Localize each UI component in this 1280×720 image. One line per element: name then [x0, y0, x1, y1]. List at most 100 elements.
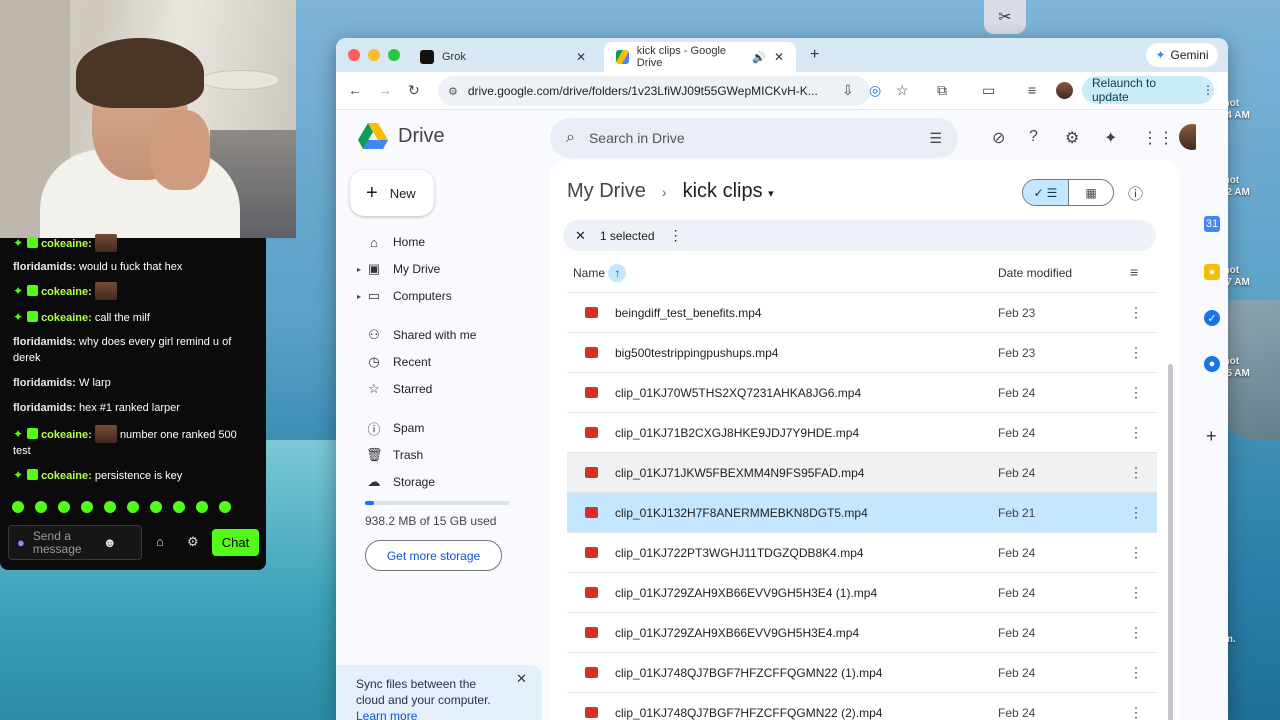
chat-username[interactable]: cokeaine: — [41, 238, 92, 250]
emote-icon[interactable] — [10, 499, 26, 515]
add-addon-icon[interactable]: + — [1206, 426, 1217, 447]
site-info-icon[interactable]: ⚙ — [448, 85, 458, 98]
sidebar-item-home[interactable]: ⌂ Home — [336, 229, 536, 255]
chat-username[interactable]: floridamids: — [13, 402, 76, 414]
column-header-date-modified[interactable]: Date modified — [998, 266, 1072, 280]
calendar-icon[interactable]: 31 — [1204, 216, 1220, 232]
sort-ascending-icon[interactable]: ↑ — [608, 264, 627, 282]
keep-icon[interactable]: ● — [1204, 264, 1220, 280]
emoji-icon[interactable]: ☻ — [103, 535, 117, 550]
sidebar-item-my-drive[interactable]: ▸ ▣ My Drive — [336, 256, 536, 282]
file-name[interactable]: clip_01KJ722PT3WGHJ11TDGZQDB8K4.mp4 — [615, 546, 864, 560]
row-more-actions-icon[interactable]: ⋮ — [1129, 584, 1143, 601]
file-name[interactable]: clip_01KJ729ZAH9XB66EVV9GH5H3E4 (1).mp4 — [615, 586, 877, 600]
file-name[interactable]: clip_01KJ729ZAH9XB66EVV9GH5H3E4.mp4 — [615, 626, 859, 640]
table-row[interactable]: clip_01KJ748QJ7BGF7HFZCFFQGMN22 (1).mp4 F… — [567, 652, 1157, 692]
browser-profile-avatar[interactable] — [1056, 82, 1073, 99]
sidebar-item-storage[interactable]: ☁ Storage — [336, 469, 536, 495]
url-text[interactable]: drive.google.com/drive/folders/1v23LfiWJ… — [468, 84, 818, 98]
row-more-actions-icon[interactable]: ⋮ — [1129, 464, 1143, 481]
emote-icon[interactable] — [102, 499, 118, 515]
forward-arrow-icon[interactable]: → — [378, 82, 392, 98]
breadcrumb-my-drive[interactable]: My Drive — [567, 180, 646, 203]
file-name[interactable]: big500testrippingpushups.mp4 — [615, 346, 778, 360]
table-row[interactable]: beingdiff_test_benefits.mp4 Feb 23 ⋮ — [567, 292, 1157, 332]
cast-icon[interactable]: ▭ — [982, 82, 995, 99]
row-more-actions-icon[interactable]: ⋮ — [1129, 504, 1143, 521]
close-tab-icon[interactable]: ✕ — [576, 50, 586, 64]
sidebar-item-trash[interactable]: 🗑 Trash — [336, 442, 536, 468]
settings-gear-icon[interactable]: ⚙ — [187, 534, 199, 550]
tasks-icon[interactable]: ✓ — [1204, 310, 1220, 326]
close-tab-icon[interactable]: ✕ — [774, 50, 784, 64]
sidebar-item-shared-with-me[interactable]: ⚇ Shared with me — [336, 322, 536, 348]
reload-icon[interactable]: ↻ — [408, 82, 420, 99]
sidebar-item-computers[interactable]: ▸ ▭ Computers — [336, 283, 536, 309]
gemini-icon[interactable]: ✦ — [1104, 128, 1117, 148]
column-header-name[interactable]: Name ↑ — [573, 264, 627, 282]
file-name[interactable]: clip_01KJ71JKW5FBEXMM4N9FS95FAD.mp4 — [615, 466, 864, 480]
breadcrumb-current-folder[interactable]: kick clips ▾ — [683, 180, 774, 203]
offline-ready-icon[interactable]: ⊘ — [992, 128, 1005, 148]
table-row[interactable]: clip_01KJ71B2CXGJ8HKE9JDJ7Y9HDE.mp4 Feb 2… — [567, 412, 1157, 452]
row-more-actions-icon[interactable]: ⋮ — [1129, 304, 1143, 321]
table-row[interactable]: clip_01KJ722PT3WGHJ11TDGZQDB8K4.mp4 Feb 2… — [567, 532, 1157, 572]
audio-playing-icon[interactable]: 🔊 — [752, 51, 766, 64]
settings-icon[interactable]: ⚙ — [1065, 128, 1079, 148]
expand-caret-icon[interactable]: ▸ — [357, 265, 361, 274]
drive-logo[interactable]: Drive — [358, 123, 445, 149]
emote-icon[interactable] — [171, 499, 187, 515]
table-row[interactable]: clip_01KJ729ZAH9XB66EVV9GH5H3E4 (1).mp4 F… — [567, 572, 1157, 612]
relaunch-to-update-button[interactable]: Relaunch to update ⋮ — [1082, 76, 1214, 104]
chat-username[interactable]: floridamids: — [13, 336, 76, 348]
table-row[interactable]: clip_01KJ729ZAH9XB66EVV9GH5H3E4.mp4 Feb 2… — [567, 612, 1157, 652]
table-row[interactable]: clip_01KJ748QJ7BGF7HFZCFFQGMN22 (2).mp4 F… — [567, 692, 1157, 720]
sidebar-item-spam[interactable]: ⓘ Spam — [336, 415, 536, 441]
grid-view-button[interactable]: ▦ — [1067, 180, 1113, 205]
back-arrow-icon[interactable]: ← — [348, 82, 362, 98]
chat-username[interactable]: floridamids: — [13, 261, 76, 273]
file-name[interactable]: clip_01KJ748QJ7BGF7HFZCFFQGMN22 (1).mp4 — [615, 666, 882, 680]
file-name[interactable]: clip_01KJ71B2CXGJ8HKE9JDJ7Y9HDE.mp4 — [615, 426, 859, 440]
clear-selection-icon[interactable]: ✕ — [575, 228, 586, 244]
table-row[interactable]: clip_01KJ71JKW5FBEXMM4N9FS95FAD.mp4 Feb 2… — [567, 452, 1157, 492]
new-button[interactable]: + New — [350, 170, 434, 216]
extensions-puzzle-icon[interactable]: ⧉ — [937, 82, 947, 99]
more-menu-icon[interactable]: ⋮ — [1202, 83, 1214, 97]
row-more-actions-icon[interactable]: ⋮ — [1129, 624, 1143, 641]
apps-grid-icon[interactable]: ⋮⋮ — [1142, 128, 1174, 148]
store-icon[interactable]: ⌂ — [156, 534, 164, 549]
expand-caret-icon[interactable]: ▸ — [357, 292, 361, 301]
google-lens-icon[interactable]: ◎ — [869, 82, 881, 99]
drive-search-bar[interactable]: ⌕ Search in Drive ☰ — [550, 118, 958, 158]
chat-username[interactable]: cokeaine: — [41, 286, 92, 298]
close-window-button[interactable] — [348, 49, 360, 61]
bookmark-star-icon[interactable]: ☆ — [896, 82, 909, 99]
tab-grok[interactable]: Grok ✕ — [408, 42, 598, 72]
contacts-icon[interactable]: ● — [1204, 356, 1220, 372]
row-more-actions-icon[interactable]: ⋮ — [1129, 704, 1143, 720]
file-name[interactable]: clip_01KJ70W5THS2XQ7231AHKA8JG6.mp4 — [615, 386, 861, 400]
get-more-storage-button[interactable]: Get more storage — [365, 540, 502, 571]
chat-username[interactable]: cokeaine: — [41, 312, 92, 324]
list-view-button[interactable]: ✓ ☰ — [1023, 180, 1068, 205]
install-app-icon[interactable]: ⇩ — [842, 82, 854, 99]
emote-icon[interactable] — [56, 499, 72, 515]
sort-options-icon[interactable]: ≡ — [1130, 264, 1138, 280]
close-promo-icon[interactable]: ✕ — [516, 671, 527, 687]
more-actions-icon[interactable]: ⋮ — [669, 227, 683, 244]
row-more-actions-icon[interactable]: ⋮ — [1129, 384, 1143, 401]
details-info-icon[interactable]: ⓘ — [1128, 183, 1143, 204]
emote-icon[interactable] — [217, 499, 233, 515]
search-options-icon[interactable]: ☰ — [929, 130, 942, 147]
emote-icon[interactable] — [79, 499, 95, 515]
chat-message-input[interactable]: ● Send a message ☻ — [8, 525, 142, 560]
file-name[interactable]: clip_01KJ748QJ7BGF7HFZCFFQGMN22 (2).mp4 — [615, 706, 882, 720]
chat-send-button[interactable]: Chat — [212, 529, 259, 556]
scrollbar[interactable] — [1168, 364, 1173, 720]
row-more-actions-icon[interactable]: ⋮ — [1129, 544, 1143, 561]
sidebar-item-starred[interactable]: ☆ Starred — [336, 376, 536, 402]
emote-icon[interactable] — [194, 499, 210, 515]
help-icon[interactable]: ? — [1029, 128, 1038, 146]
table-row[interactable]: clip_01KJ70W5THS2XQ7231AHKA8JG6.mp4 Feb 2… — [567, 372, 1157, 412]
